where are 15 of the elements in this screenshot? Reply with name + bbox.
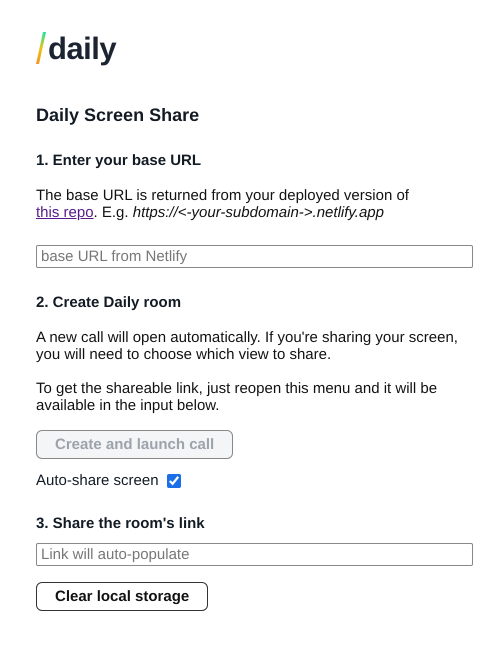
description-text: The base URL is returned from your deployed version of this repo. E.g. https://<-your-subdomain->.netlify.app — [36, 187, 410, 221]
description-text: A new call will open automatically. If you're sharing your screen, you will need to choose which view to share. — [36, 329, 459, 363]
section-heading: 1. Enter your base URL — [36, 152, 202, 170]
description-text: To get the shareable link, just reopen this menu and it will be available in the input below. — [36, 380, 438, 414]
page-title: Daily Screen Share — [36, 104, 200, 126]
clear-storage-button[interactable]: Clear local storage — [36, 582, 208, 611]
section-heading: 3. Share the room's link — [36, 515, 206, 533]
slash-icon — [36, 32, 46, 64]
input-field[interactable]: base URL from Netlify — [36, 245, 473, 268]
input-field[interactable]: Link will auto-populate — [36, 543, 473, 566]
logo-text: daily — [48, 33, 116, 64]
section-heading: 2. Create Daily room — [36, 294, 182, 312]
repo-link[interactable]: this repo — [36, 204, 94, 221]
auto-share-checkbox[interactable] — [166, 474, 181, 488]
checkbox-label: Auto-share screen — [36, 472, 159, 489]
